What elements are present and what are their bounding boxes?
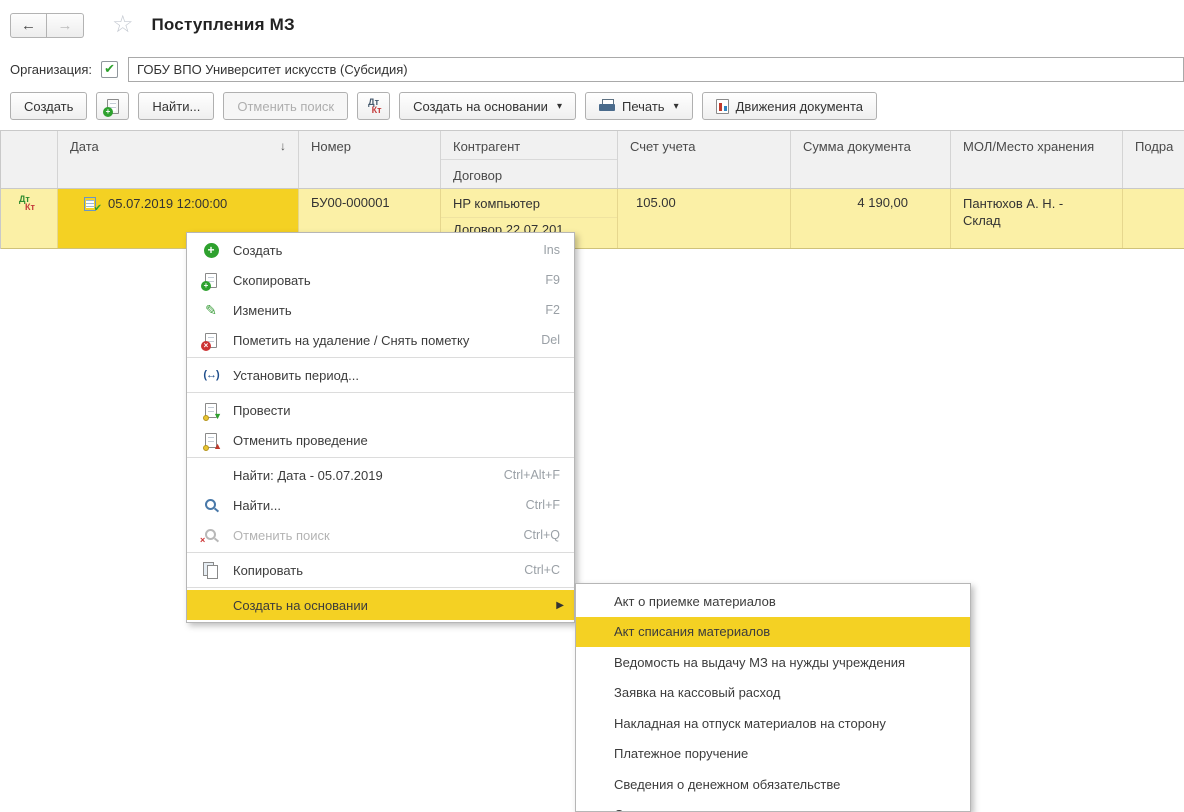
check-icon: ✔ bbox=[104, 61, 115, 77]
organization-checkbox[interactable]: ✔ bbox=[101, 61, 118, 78]
document-movements-label: Движения документа bbox=[736, 99, 863, 114]
copy-document-icon: + bbox=[107, 99, 119, 114]
header-account[interactable]: Счет учета bbox=[618, 131, 791, 188]
favorite-star-icon[interactable]: ☆ bbox=[112, 13, 134, 37]
table-row[interactable]: ДтКт ✔ 05.07.2019 12:00:00 БУ00-000001 H… bbox=[1, 189, 1184, 249]
menu-item-copy[interactable]: Копировать Ctrl+C bbox=[187, 555, 574, 585]
submenu-item-nakladnaya[interactable]: Накладная на отпуск материалов на сторон… bbox=[576, 708, 970, 739]
pencil-icon: ✎ bbox=[205, 302, 217, 319]
header-department[interactable]: Подра bbox=[1123, 131, 1184, 188]
document-delete-icon: × bbox=[205, 333, 217, 348]
create-button-label: Создать bbox=[24, 99, 73, 114]
table-header-row: Дата ↓ Номер Контрагент Договор Счет уче… bbox=[1, 131, 1184, 189]
row-mol-cell[interactable]: Пантюхов А. Н. - Склад bbox=[951, 189, 1123, 248]
forward-icon: → bbox=[58, 17, 73, 34]
dtkt-icon: ДтКт bbox=[366, 98, 382, 114]
header-date[interactable]: Дата ↓ bbox=[58, 131, 299, 188]
create-based-on-button[interactable]: Создать на основании ▾ bbox=[399, 92, 576, 120]
forward-button[interactable]: → bbox=[47, 13, 84, 38]
header-mol[interactable]: МОЛ/Место хранения bbox=[951, 131, 1123, 188]
chevron-down-icon: ▾ bbox=[674, 101, 679, 112]
search-cancel-icon: × bbox=[203, 527, 219, 543]
organization-field[interactable]: ГОБУ ВПО Университет искусств (Субсидия) bbox=[128, 57, 1184, 82]
copy-document-button[interactable]: + bbox=[96, 92, 129, 120]
print-label: Печать bbox=[622, 99, 665, 114]
row-date-value: 05.07.2019 12:00:00 bbox=[108, 196, 227, 211]
header-number[interactable]: Номер bbox=[299, 131, 441, 188]
print-button[interactable]: Печать ▾ bbox=[585, 92, 693, 120]
submenu-item-svedeniya[interactable]: Сведения о денежном обязательстве bbox=[576, 769, 970, 800]
row-amount-cell[interactable]: 4 190,00 bbox=[791, 189, 951, 248]
menu-separator bbox=[187, 587, 574, 588]
dtkt-button[interactable]: ДтКт bbox=[357, 92, 390, 120]
copy-icon bbox=[203, 562, 219, 578]
menu-item-post[interactable]: ▼ Провести bbox=[187, 395, 574, 425]
header-icon-column bbox=[1, 131, 58, 188]
menu-item-copy-new[interactable]: + Скопировать F9 bbox=[187, 265, 574, 295]
menu-item-edit[interactable]: ✎ Изменить F2 bbox=[187, 295, 574, 325]
menu-item-create-based-on[interactable]: Создать на основании ▶ bbox=[187, 590, 574, 620]
menu-separator bbox=[187, 552, 574, 553]
period-icon: (↔) bbox=[203, 369, 218, 381]
document-movements-icon bbox=[716, 99, 729, 114]
submenu-item-act-spisaniya[interactable]: Акт списания материалов bbox=[576, 617, 970, 648]
organization-label: Организация: bbox=[10, 62, 92, 77]
row-account-cell[interactable]: 105.00 bbox=[618, 189, 791, 248]
menu-item-set-period[interactable]: (↔) Установить период... bbox=[187, 360, 574, 390]
sort-desc-icon: ↓ bbox=[280, 139, 286, 153]
row-department-cell[interactable] bbox=[1123, 189, 1184, 248]
menu-item-find-by-date[interactable]: Найти: Дата - 05.07.2019 Ctrl+Alt+F bbox=[187, 460, 574, 490]
menu-item-cancel-search[interactable]: × Отменить поиск Ctrl+Q bbox=[187, 520, 574, 550]
documents-table: Дата ↓ Номер Контрагент Договор Счет уче… bbox=[0, 130, 1184, 249]
plus-circle-icon: + bbox=[204, 243, 219, 258]
cancel-search-label: Отменить поиск bbox=[237, 99, 334, 114]
nav-history-group: ← → bbox=[10, 13, 84, 38]
menu-separator bbox=[187, 457, 574, 458]
unpost-document-icon: ▲ bbox=[205, 433, 217, 448]
submenu-item-storno[interactable]: Сторно bbox=[576, 800, 970, 812]
back-button[interactable]: ← bbox=[10, 13, 47, 38]
menu-separator bbox=[187, 392, 574, 393]
toolbar: Создать + Найти... Отменить поиск ДтКт С… bbox=[10, 92, 1184, 120]
document-plus-icon: + bbox=[205, 273, 217, 288]
header-counterparty-contract: Контрагент Договор bbox=[441, 131, 618, 188]
document-posted-icon: ✔ bbox=[84, 197, 98, 211]
menu-separator bbox=[187, 357, 574, 358]
row-counterparty-value: HP компьютер bbox=[441, 189, 617, 218]
back-icon: ← bbox=[21, 17, 36, 34]
context-menu: + Создать Ins + Скопировать F9 ✎ Изменит… bbox=[186, 232, 575, 623]
header-amount[interactable]: Сумма документа bbox=[791, 131, 951, 188]
menu-item-mark-deletion[interactable]: × Пометить на удаление / Снять пометку D… bbox=[187, 325, 574, 355]
menu-item-create[interactable]: + Создать Ins bbox=[187, 235, 574, 265]
dtkt-posted-icon: ДтКт bbox=[19, 195, 35, 211]
create-button[interactable]: Создать bbox=[10, 92, 87, 120]
create-based-on-submenu: Акт о приемке материалов Акт списания ма… bbox=[575, 583, 971, 812]
cancel-search-button[interactable]: Отменить поиск bbox=[223, 92, 348, 120]
submenu-item-zayavka[interactable]: Заявка на кассовый расход bbox=[576, 678, 970, 709]
find-button-label: Найти... bbox=[152, 99, 200, 114]
organization-row: Организация: ✔ ГОБУ ВПО Университет иску… bbox=[10, 56, 1184, 82]
header-contract[interactable]: Договор bbox=[441, 160, 617, 189]
menu-item-find[interactable]: Найти... Ctrl+F bbox=[187, 490, 574, 520]
submenu-item-act-priemki[interactable]: Акт о приемке материалов bbox=[576, 586, 970, 617]
top-bar: ← → ☆ Поступления МЗ bbox=[10, 10, 1184, 40]
page-title: Поступления МЗ bbox=[152, 15, 295, 35]
row-posted-cell[interactable]: ДтКт bbox=[1, 189, 58, 248]
submenu-item-vedomost[interactable]: Ведомость на выдачу МЗ на нужды учрежден… bbox=[576, 647, 970, 678]
post-document-icon: ▼ bbox=[205, 403, 217, 418]
printer-icon bbox=[599, 99, 615, 113]
document-movements-button[interactable]: Движения документа bbox=[702, 92, 877, 120]
find-button[interactable]: Найти... bbox=[138, 92, 214, 120]
header-counterparty[interactable]: Контрагент bbox=[441, 131, 617, 160]
menu-item-unpost[interactable]: ▲ Отменить проведение bbox=[187, 425, 574, 455]
chevron-down-icon: ▾ bbox=[557, 101, 562, 112]
submenu-arrow-icon: ▶ bbox=[556, 600, 564, 611]
organization-value: ГОБУ ВПО Университет искусств (Субсидия) bbox=[137, 62, 408, 77]
create-based-on-label: Создать на основании bbox=[413, 99, 548, 114]
search-icon bbox=[203, 497, 219, 513]
app-window: ← → ☆ Поступления МЗ Организация: ✔ ГОБУ… bbox=[0, 0, 1184, 812]
submenu-item-platezhnoe[interactable]: Платежное поручение bbox=[576, 739, 970, 770]
